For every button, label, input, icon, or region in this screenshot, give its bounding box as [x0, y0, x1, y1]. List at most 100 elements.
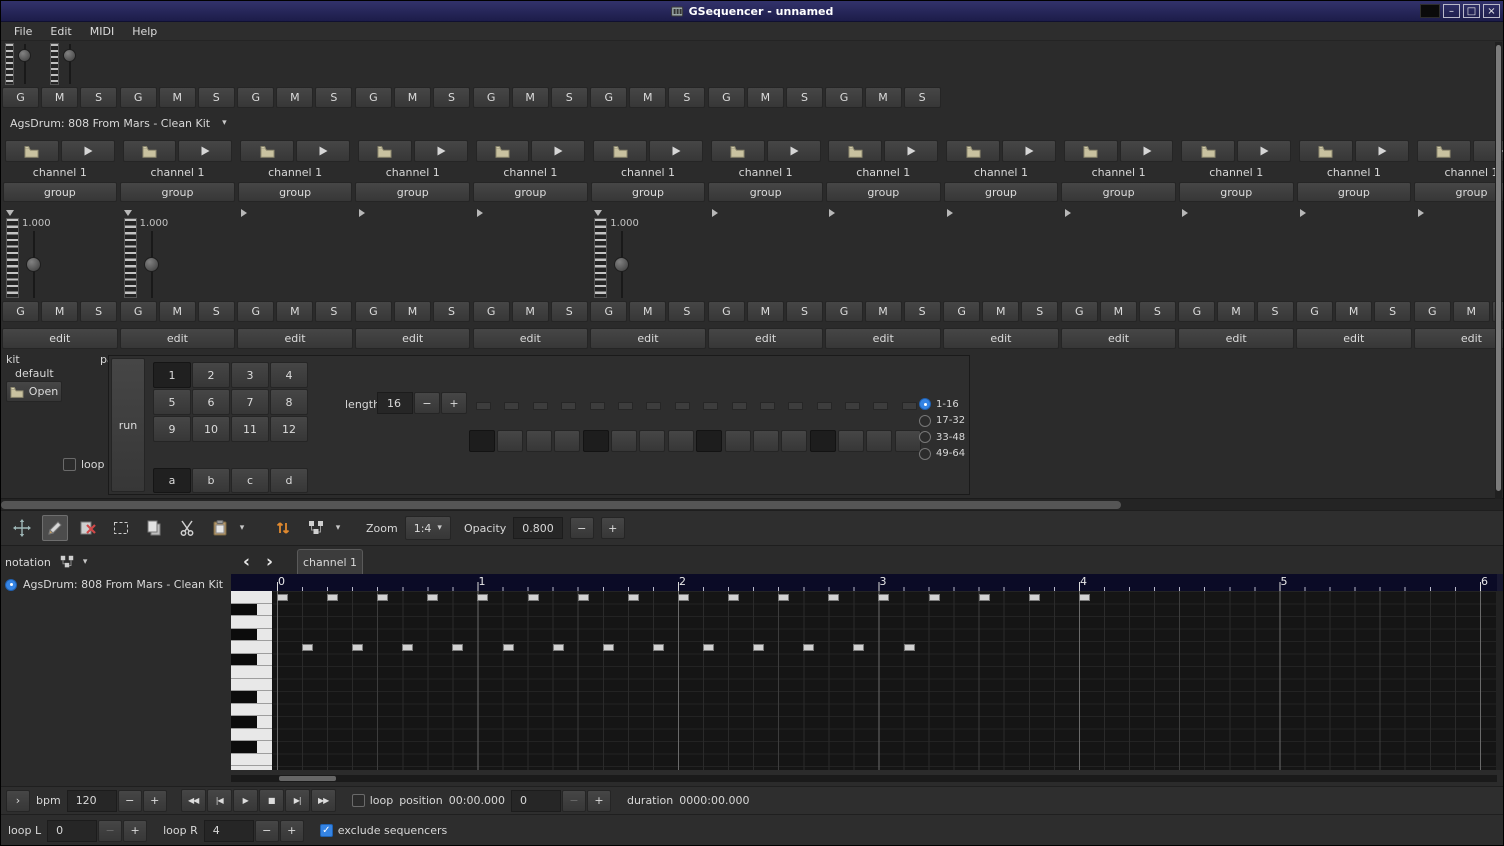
open-channel-button[interactable]	[358, 140, 412, 162]
note[interactable]	[853, 644, 864, 651]
pattern-step-button-11[interactable]	[753, 430, 779, 452]
menu-item-help[interactable]: Help	[123, 23, 166, 40]
expand-pad-arrow[interactable]	[1418, 209, 1424, 217]
gms-s-button[interactable]: S	[904, 87, 941, 108]
note[interactable]	[352, 644, 363, 651]
gms-m-button[interactable]: M	[629, 87, 666, 108]
gms-s-button[interactable]: S	[315, 301, 352, 322]
notation-horizontal-scrollbar[interactable]	[231, 775, 1497, 782]
open-channel-button[interactable]	[946, 140, 1000, 162]
slider-knob[interactable]	[26, 257, 41, 272]
length-value[interactable]: 16	[377, 392, 413, 414]
note[interactable]	[603, 644, 614, 651]
note[interactable]	[1079, 594, 1090, 601]
run-button[interactable]: run	[111, 358, 145, 492]
gms-g-button[interactable]: G	[825, 87, 862, 108]
gms-s-button[interactable]: S	[904, 301, 941, 322]
gms-g-button[interactable]: G	[355, 87, 392, 108]
group-button[interactable]: group	[3, 182, 118, 202]
gms-g-button[interactable]: G	[120, 301, 157, 322]
play-channel-button[interactable]	[296, 140, 350, 162]
opacity-decrement-button[interactable]: −	[570, 517, 594, 539]
open-channel-button[interactable]	[828, 140, 882, 162]
backward-button[interactable]: ◀◀	[181, 789, 206, 812]
position-increment-button[interactable]: +	[587, 790, 611, 812]
gms-s-button[interactable]: S	[668, 87, 705, 108]
edit-button[interactable]: edit	[943, 328, 1059, 349]
loop-right-decrement-button[interactable]: −	[255, 820, 279, 842]
play-channel-button[interactable]	[649, 140, 703, 162]
gms-m-button[interactable]: M	[512, 301, 549, 322]
bank-range-radio-17-32[interactable]: 17-32	[919, 415, 965, 427]
expand-pad-arrow[interactable]	[712, 209, 718, 217]
chevron-down-icon[interactable]: ▾	[83, 557, 88, 567]
gms-m-button[interactable]: M	[512, 87, 549, 108]
piano-key-white[interactable]	[231, 641, 272, 654]
edit-button[interactable]: edit	[1061, 328, 1177, 349]
gms-m-button[interactable]: M	[1453, 301, 1490, 322]
pattern-step-button-7[interactable]	[639, 430, 665, 452]
gms-s-button[interactable]: S	[1139, 301, 1176, 322]
gms-g-button[interactable]: G	[2, 301, 39, 322]
edit-button[interactable]: edit	[473, 328, 589, 349]
open-channel-button[interactable]	[123, 140, 177, 162]
note[interactable]	[878, 594, 889, 601]
paste-dropdown-button[interactable]: ▾	[235, 515, 249, 541]
gms-m-button[interactable]: M	[865, 87, 902, 108]
volume-slider[interactable]	[14, 43, 36, 85]
gms-s-button[interactable]: S	[1374, 301, 1411, 322]
note[interactable]	[503, 644, 514, 651]
piano-key-black[interactable]	[231, 716, 257, 728]
play-channel-button[interactable]	[531, 140, 585, 162]
edit-button[interactable]: edit	[120, 328, 236, 349]
expand-pad-arrow[interactable]	[1065, 209, 1071, 217]
piano-key-black[interactable]	[231, 691, 257, 703]
note[interactable]	[628, 594, 639, 601]
pattern-index-button-12[interactable]: 12	[270, 416, 308, 442]
piano-key-black[interactable]	[231, 604, 257, 616]
machine-selector-row[interactable]: AgsDrum: 808 From Mars - Clean Kit ▾	[1, 109, 1503, 137]
scrollbar-handle[interactable]	[1496, 45, 1501, 491]
bpm-decrement-button[interactable]: −	[118, 790, 142, 812]
bpm-increment-button[interactable]: +	[143, 790, 167, 812]
length-increment-button[interactable]: +	[441, 392, 467, 414]
edit-button[interactable]: edit	[237, 328, 353, 349]
play-channel-button[interactable]	[884, 140, 938, 162]
piano-key-white[interactable]	[231, 691, 272, 704]
tools-button[interactable]	[303, 515, 329, 541]
loop-left-increment-button[interactable]: +	[123, 820, 147, 842]
pattern-index-button-5[interactable]: 5	[153, 389, 191, 415]
gms-m-button[interactable]: M	[747, 87, 784, 108]
open-kit-button[interactable]: Open	[6, 381, 62, 402]
gms-m-button[interactable]: M	[982, 301, 1019, 322]
gms-m-button[interactable]: M	[159, 87, 196, 108]
close-button[interactable]: ×	[1483, 4, 1500, 18]
gms-g-button[interactable]: G	[708, 301, 745, 322]
expand-pad-arrow[interactable]	[829, 209, 835, 217]
note[interactable]	[728, 594, 739, 601]
gms-g-button[interactable]: G	[1178, 301, 1215, 322]
expand-pad-arrow[interactable]	[947, 209, 953, 217]
gms-s-button[interactable]: S	[551, 301, 588, 322]
note-grid[interactable]	[273, 591, 1496, 770]
pattern-bank-button-a[interactable]: a	[153, 468, 191, 493]
select-button[interactable]	[108, 515, 134, 541]
note[interactable]	[979, 594, 990, 601]
gms-m-button[interactable]: M	[1100, 301, 1137, 322]
pattern-step-button-14[interactable]	[838, 430, 864, 452]
group-button[interactable]: group	[591, 182, 706, 202]
bank-range-radio-49-64[interactable]: 49-64	[919, 448, 965, 460]
pattern-step-button-2[interactable]	[497, 430, 523, 452]
pattern-step-button-9[interactable]	[696, 430, 722, 452]
zoom-select[interactable]: 1:4 ▾	[405, 516, 451, 540]
menu-item-midi[interactable]: MIDI	[81, 23, 123, 40]
gms-s-button[interactable]: S	[80, 87, 117, 108]
piano-key-white[interactable]	[231, 754, 272, 767]
slider-knob[interactable]	[63, 49, 76, 62]
gms-m-button[interactable]: M	[276, 301, 313, 322]
gms-s-button[interactable]: S	[786, 87, 823, 108]
note[interactable]	[653, 644, 664, 651]
pattern-index-button-6[interactable]: 6	[192, 389, 230, 415]
expand-pad-arrow[interactable]	[1182, 209, 1188, 217]
piano-key-white[interactable]	[231, 616, 272, 629]
